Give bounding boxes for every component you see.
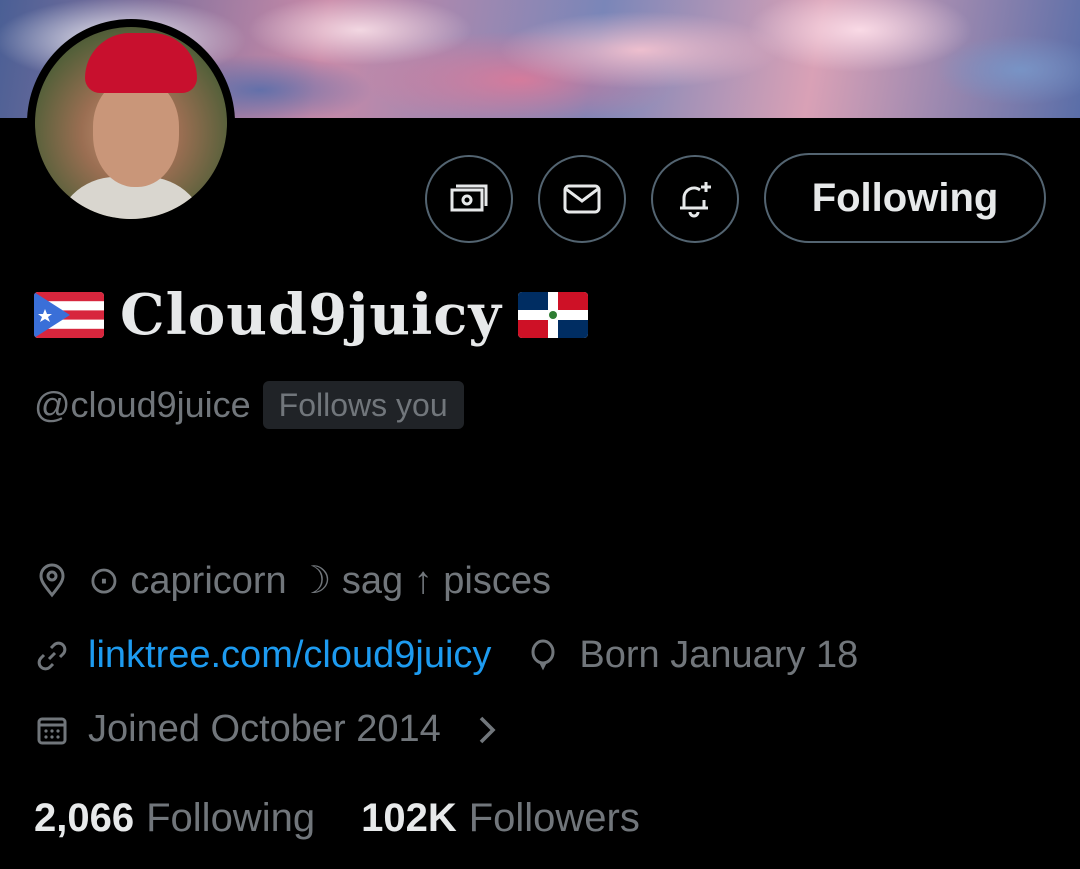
location-row: ⊙ capricorn ☽ sag ↑ pisces [34, 558, 551, 603]
followers-count: 102K [361, 796, 457, 840]
birthday: Born January 18 [525, 634, 858, 677]
profile-joined-date: Joined October 2014 [88, 708, 441, 750]
website-row: linktree.com/cloud9juicy Born January 18 [34, 634, 858, 677]
following-button[interactable]: Following [764, 153, 1046, 243]
bell-plus-icon [680, 182, 711, 218]
display-name: Cloud9juicy [120, 282, 502, 348]
tip-button[interactable] [425, 155, 513, 243]
notifications-button[interactable] [651, 155, 739, 243]
profile-birthday: Born January 18 [579, 634, 859, 676]
mail-icon [563, 184, 601, 214]
message-button[interactable] [538, 155, 626, 243]
dominican-republic-flag-icon [517, 292, 588, 338]
following-count: 2,066 [34, 796, 135, 840]
display-name-row: Cloud9juicy [34, 280, 588, 350]
follow-stats: 2,066 Following 102K Followers [34, 796, 640, 841]
following-label: Following [146, 796, 316, 840]
location-pin-icon [39, 563, 65, 597]
puerto-rico-flag-icon [34, 292, 104, 338]
joined-row: Joined October 2014 [34, 708, 523, 751]
profile-location: ⊙ capricorn ☽ sag ↑ pisces [88, 560, 551, 602]
profile-handle: @cloud9juice [34, 384, 251, 425]
following-stat[interactable]: 2,066 Following [34, 796, 315, 841]
chevron-right-icon[interactable] [469, 712, 505, 748]
followers-label: Followers [468, 796, 640, 840]
balloon-icon [531, 639, 555, 670]
calendar-icon [37, 717, 67, 744]
money-icon [450, 184, 488, 212]
avatar-image [35, 27, 227, 219]
profile-website-link[interactable]: linktree.com/cloud9juicy [88, 634, 491, 677]
link-icon [37, 641, 67, 670]
profile-avatar[interactable] [27, 19, 235, 227]
follows-you-badge: Follows you [262, 381, 464, 429]
followers-stat[interactable]: 102K Followers [361, 796, 640, 841]
handle-row: @cloud9juice Follows you [34, 380, 464, 430]
